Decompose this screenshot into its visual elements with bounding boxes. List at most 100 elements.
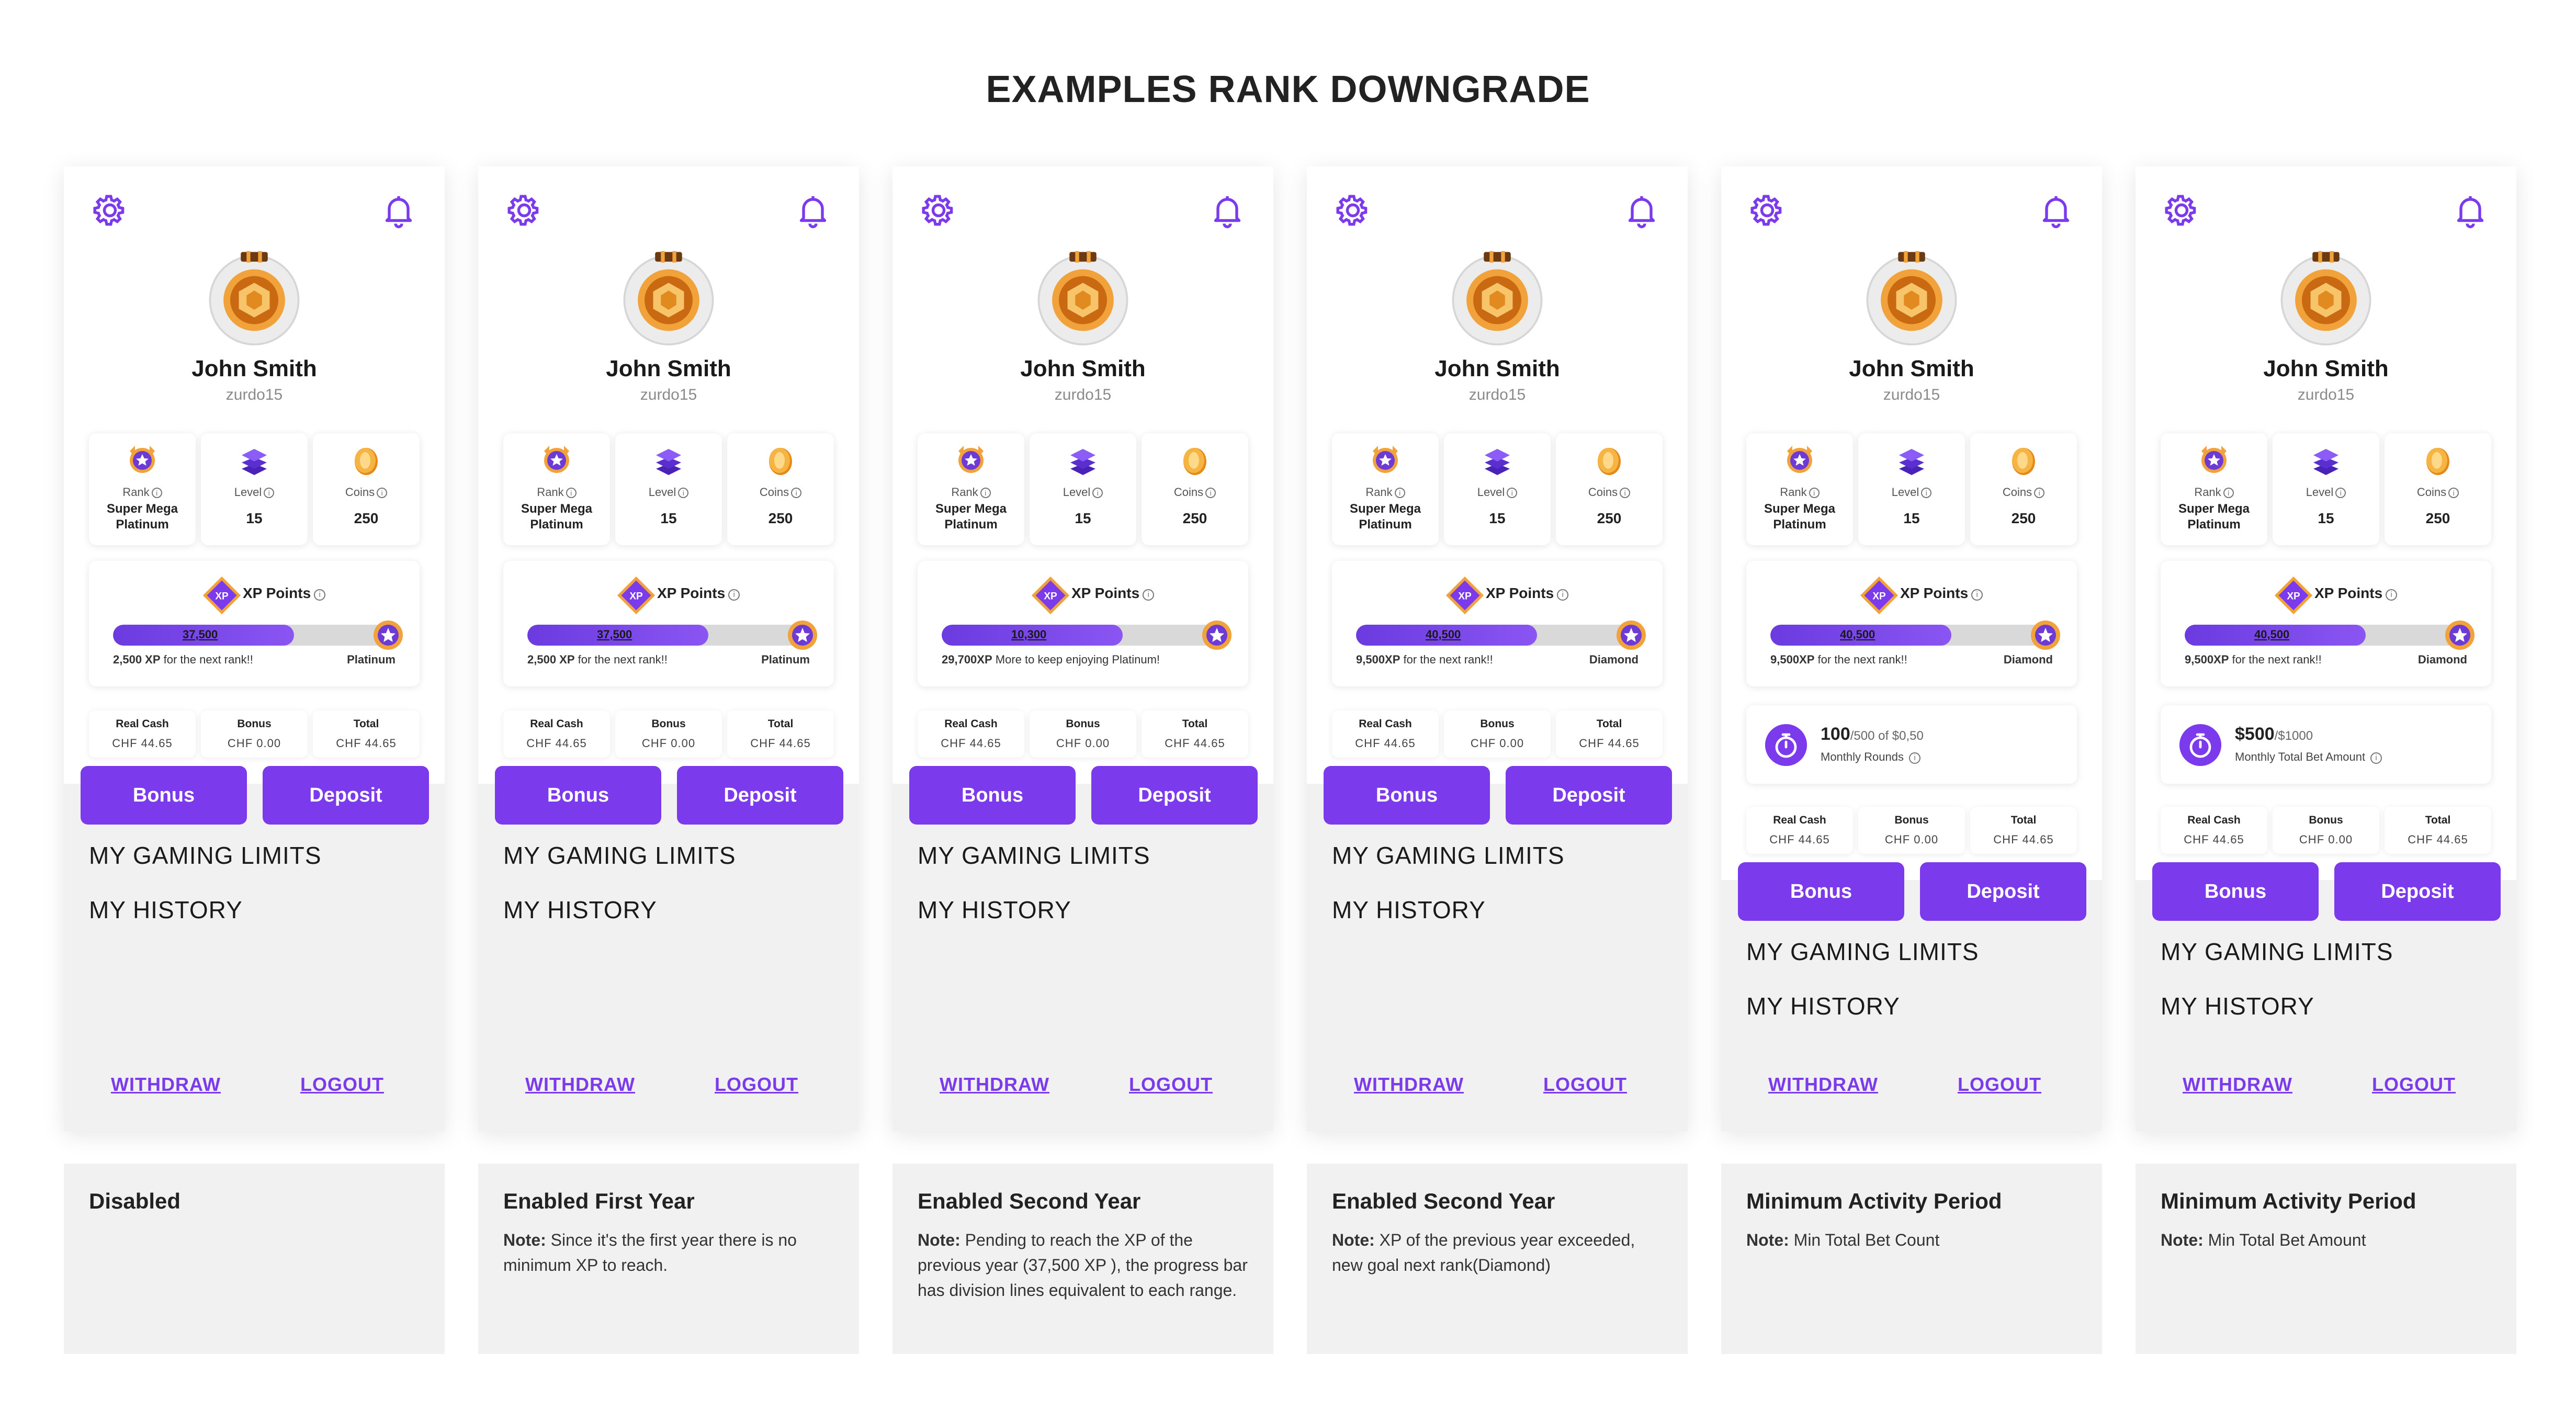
- rank-stat-card[interactable]: Rank i Super Mega Platinum: [503, 433, 610, 545]
- menu-item-gaming-limits[interactable]: MY GAMING LIMITS: [918, 841, 1150, 870]
- gear-icon[interactable]: [920, 191, 957, 229]
- logout-link[interactable]: LOGOUT: [1129, 1074, 1213, 1096]
- info-icon[interactable]: i: [2386, 589, 2398, 601]
- menu-item-history[interactable]: MY HISTORY: [89, 896, 243, 924]
- coins-stat-card[interactable]: Coins i 250: [727, 433, 834, 545]
- logout-link[interactable]: LOGOUT: [1958, 1074, 2041, 1096]
- info-icon[interactable]: i: [1809, 488, 1820, 498]
- logout-link[interactable]: LOGOUT: [2372, 1074, 2456, 1096]
- gear-icon[interactable]: [505, 191, 543, 229]
- info-icon[interactable]: i: [1092, 488, 1103, 498]
- rank-stat-card[interactable]: Rank i Super Mega Platinum: [1746, 433, 1853, 545]
- rank-stat-card[interactable]: Rank i Super Mega Platinum: [2161, 433, 2267, 545]
- deposit-button[interactable]: Deposit: [1506, 766, 1672, 825]
- info-icon[interactable]: i: [791, 488, 802, 498]
- rank-stat-card[interactable]: Rank i Super Mega Platinum: [1332, 433, 1439, 545]
- logout-link[interactable]: LOGOUT: [300, 1074, 384, 1096]
- gear-icon[interactable]: [2163, 191, 2200, 229]
- gear-icon[interactable]: [91, 191, 129, 229]
- info-icon[interactable]: i: [2034, 488, 2045, 498]
- menu-item-history[interactable]: MY HISTORY: [1332, 896, 1486, 924]
- rank-badge-icon: [2201, 446, 2227, 473]
- xp-progress-bar: 40,500: [1356, 625, 1634, 646]
- bonus-button[interactable]: Bonus: [1324, 766, 1490, 825]
- level-stat-card[interactable]: Level i 15: [201, 433, 308, 545]
- level-stat-card[interactable]: Level i 15: [615, 433, 722, 545]
- bell-icon[interactable]: [380, 191, 417, 229]
- logout-link[interactable]: LOGOUT: [715, 1074, 798, 1096]
- deposit-button[interactable]: Deposit: [1920, 862, 2086, 921]
- bonus-button[interactable]: Bonus: [2152, 862, 2319, 921]
- xp-badge-icon: XP: [1031, 576, 1070, 615]
- menu-item-gaming-limits[interactable]: MY GAMING LIMITS: [503, 841, 736, 870]
- logout-link[interactable]: LOGOUT: [1543, 1074, 1627, 1096]
- deposit-button[interactable]: Deposit: [263, 766, 429, 825]
- bonus-button[interactable]: Bonus: [909, 766, 1076, 825]
- bonus-balance: Bonus CHF 0.00: [2273, 807, 2379, 854]
- info-icon[interactable]: i: [2370, 752, 2382, 764]
- menu-item-gaming-limits[interactable]: MY GAMING LIMITS: [2161, 938, 2393, 966]
- info-icon[interactable]: i: [377, 488, 388, 498]
- withdraw-link[interactable]: WITHDRAW: [940, 1074, 1049, 1096]
- info-icon[interactable]: i: [678, 488, 689, 498]
- menu-item-history[interactable]: MY HISTORY: [503, 896, 657, 924]
- menu-item-history[interactable]: MY HISTORY: [2161, 992, 2314, 1020]
- coins-stat-card[interactable]: Coins i 250: [1556, 433, 1663, 545]
- real-cash-value: CHF 44.65: [112, 737, 173, 750]
- bell-icon[interactable]: [794, 191, 832, 229]
- info-icon[interactable]: i: [2335, 488, 2346, 498]
- level-stat-card[interactable]: Level i 15: [1858, 433, 1965, 545]
- bell-icon[interactable]: [2451, 191, 2489, 229]
- user-handle: zurdo15: [225, 386, 283, 403]
- withdraw-link[interactable]: WITHDRAW: [525, 1074, 635, 1096]
- menu-item-gaming-limits[interactable]: MY GAMING LIMITS: [1332, 841, 1565, 870]
- coins-stat-card[interactable]: Coins i 250: [1970, 433, 2077, 545]
- bonus-button[interactable]: Bonus: [1738, 862, 1904, 921]
- menu-item-history[interactable]: MY HISTORY: [1746, 992, 1900, 1020]
- info-icon[interactable]: i: [314, 589, 326, 601]
- total-balance: Total CHF 44.65: [2385, 807, 2491, 854]
- info-icon[interactable]: i: [1394, 488, 1405, 498]
- deposit-button[interactable]: Deposit: [677, 766, 843, 825]
- withdraw-link[interactable]: WITHDRAW: [1768, 1074, 1878, 1096]
- gear-icon[interactable]: [1334, 191, 1372, 229]
- level-stat-card[interactable]: Level i 15: [1030, 433, 1136, 545]
- balance-row: Real Cash CHF 44.65 Bonus CHF 0.00 Total…: [1332, 710, 1663, 758]
- withdraw-link[interactable]: WITHDRAW: [111, 1074, 221, 1096]
- coins-stat-card[interactable]: Coins i 250: [313, 433, 420, 545]
- info-icon[interactable]: i: [980, 488, 991, 498]
- bell-icon[interactable]: [1208, 191, 1246, 229]
- info-icon[interactable]: i: [2448, 488, 2459, 498]
- rank-stat-card[interactable]: Rank i Super Mega Platinum: [89, 433, 196, 545]
- info-icon[interactable]: i: [1921, 488, 1932, 498]
- coins-stat-card[interactable]: Coins i 250: [1142, 433, 1248, 545]
- info-icon[interactable]: i: [566, 488, 577, 498]
- bonus-button[interactable]: Bonus: [495, 766, 661, 825]
- rank-stat-card[interactable]: Rank i Super Mega Platinum: [918, 433, 1024, 545]
- info-icon[interactable]: i: [1507, 488, 1518, 498]
- withdraw-link[interactable]: WITHDRAW: [2183, 1074, 2292, 1096]
- deposit-button[interactable]: Deposit: [1091, 766, 1258, 825]
- bell-icon[interactable]: [2037, 191, 2075, 229]
- menu-item-gaming-limits[interactable]: MY GAMING LIMITS: [89, 841, 322, 870]
- bell-icon[interactable]: [1623, 191, 1660, 229]
- info-icon[interactable]: i: [728, 589, 740, 601]
- coins-stat-card[interactable]: Coins i 250: [2385, 433, 2491, 545]
- info-icon[interactable]: i: [151, 488, 162, 498]
- info-icon[interactable]: i: [1971, 589, 1983, 601]
- withdraw-link[interactable]: WITHDRAW: [1354, 1074, 1464, 1096]
- menu-item-gaming-limits[interactable]: MY GAMING LIMITS: [1746, 938, 1979, 966]
- menu-item-history[interactable]: MY HISTORY: [918, 896, 1071, 924]
- info-icon[interactable]: i: [1205, 488, 1216, 498]
- info-icon[interactable]: i: [1908, 752, 1920, 764]
- bonus-button[interactable]: Bonus: [81, 766, 247, 825]
- info-icon[interactable]: i: [1557, 589, 1569, 601]
- info-icon[interactable]: i: [264, 488, 275, 498]
- deposit-button[interactable]: Deposit: [2334, 862, 2501, 921]
- level-stat-card[interactable]: Level i 15: [2273, 433, 2379, 545]
- gear-icon[interactable]: [1748, 191, 1786, 229]
- level-stat-card[interactable]: Level i 15: [1444, 433, 1551, 545]
- info-icon[interactable]: i: [1620, 488, 1631, 498]
- info-icon[interactable]: i: [2223, 488, 2234, 498]
- info-icon[interactable]: i: [1143, 589, 1155, 601]
